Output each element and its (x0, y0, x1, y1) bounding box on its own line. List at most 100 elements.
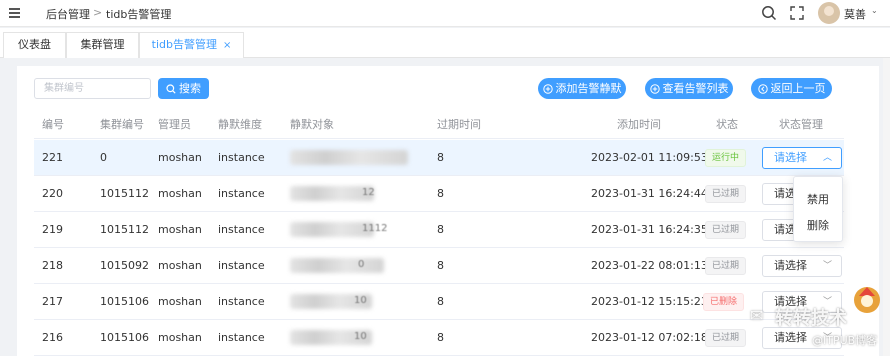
status-badge: 已删除 (703, 293, 745, 311)
cell-expire: 8 (437, 295, 444, 308)
redacted-target (290, 150, 408, 165)
tab-cluster-management[interactable]: 集群管理 (66, 32, 139, 58)
cell-cluster: 1015112 (100, 187, 149, 200)
cell-id: 216 (42, 331, 63, 344)
top-bar: 后台管理 > tidb告警管理 莫善 ⌄ (0, 0, 890, 27)
tab-tidb-alert-management[interactable]: tidb告警管理 × (139, 32, 244, 58)
tab-label: tidb告警管理 (151, 38, 217, 51)
cell-id: 218 (42, 259, 63, 272)
col-cluster: 集群编号 (100, 118, 144, 131)
cell-target-partial: 1112 (362, 223, 388, 234)
cell-dimension: instance (218, 331, 265, 344)
cell-added: 2023-01-31 16:24:35 (591, 223, 708, 236)
plus-circle-icon (542, 84, 553, 94)
cell-id: 217 (42, 295, 63, 308)
cell-admin: moshan (158, 295, 202, 308)
view-alerts-button[interactable]: 查看告警列表 (645, 78, 733, 99)
cell-expire: 8 (437, 187, 444, 200)
chevron-up-icon: ︿ (822, 153, 832, 163)
menu-toggle-icon[interactable] (9, 8, 20, 18)
cell-expire: 8 (437, 151, 444, 164)
breadcrumb-separator: > (93, 6, 103, 19)
chevron-down-icon: ﹀ (822, 261, 832, 271)
scrollbar[interactable] (883, 58, 890, 356)
table-row: 220 1015112 moshan instance 12 8 2023-01-31 16… (34, 176, 844, 212)
cell-dimension: instance (218, 295, 265, 308)
plus-circle-icon (649, 84, 660, 94)
cell-id: 220 (42, 187, 63, 200)
status-select[interactable]: 请选择 ﹀ (762, 255, 842, 277)
search-icon (166, 84, 176, 94)
col-id: 编号 (42, 118, 64, 131)
breadcrumb-home[interactable]: 后台管理 (46, 6, 90, 22)
cell-admin: moshan (158, 151, 202, 164)
col-action: 状态管理 (779, 118, 823, 131)
watermark-logo-icon (854, 287, 880, 313)
cell-added: 2023-01-12 07:02:18 (591, 331, 708, 344)
cluster-search-input[interactable] (34, 78, 151, 99)
col-expire: 过期时间 (437, 118, 481, 131)
cell-admin: moshan (158, 187, 202, 200)
search-icon[interactable] (761, 5, 777, 21)
cell-added: 2023-01-22 08:01:13 (591, 259, 708, 272)
user-caret-icon[interactable]: ⌄ (871, 6, 878, 15)
tab-bar: 仪表盘 集群管理 tidb告警管理 × (0, 28, 890, 58)
back-label: 返回上一页 (770, 82, 826, 95)
add-silence-label: 添加告警静默 (555, 82, 622, 95)
table-row: 221 0 moshan instance 8 2023-02-01 11:09:53 运行… (34, 140, 844, 176)
cell-cluster: 1015092 (100, 259, 149, 272)
option-delete[interactable]: 删除 (794, 217, 842, 233)
cell-expire: 8 (437, 331, 444, 344)
table-row: 218 1015092 moshan instance 0 8 2023-01-22 08:… (34, 248, 844, 284)
view-alerts-label: 查看告警列表 (662, 82, 729, 95)
col-status: 状态 (716, 118, 738, 131)
option-disable[interactable]: 禁用 (794, 191, 842, 207)
table-row: 219 1015112 moshan instance 1112 8 2023-01-31 … (34, 212, 844, 248)
tab-label: 仪表盘 (18, 38, 51, 51)
col-dimension: 静默维度 (218, 118, 262, 131)
cell-target-partial: 0 (358, 259, 365, 270)
cell-dimension: instance (218, 259, 265, 272)
status-select-label: 请选择 (774, 331, 807, 344)
search-button[interactable]: 搜索 (158, 78, 209, 99)
cell-admin: moshan (158, 259, 202, 272)
status-action-dropdown: 禁用 删除 (793, 176, 843, 242)
cell-admin: moshan (158, 331, 202, 344)
col-target: 静默对象 (290, 118, 334, 131)
status-badge: 已过期 (705, 221, 747, 239)
avatar[interactable] (818, 2, 840, 24)
status-badge: 已过期 (705, 185, 747, 203)
cell-added: 2023-01-31 16:24:44 (591, 187, 708, 200)
cell-cluster: 1015106 (100, 331, 149, 344)
chevron-left-circle-icon (757, 84, 768, 94)
cell-dimension: instance (218, 187, 265, 200)
cell-target-partial: 10 (354, 295, 367, 306)
cell-cluster: 1015112 (100, 223, 149, 236)
status-select-label: 请选择 (774, 259, 807, 272)
user-name[interactable]: 莫善 (844, 6, 866, 22)
breadcrumb-current: tidb告警管理 (106, 8, 172, 21)
status-select[interactable]: 请选择 ︿ (762, 147, 842, 169)
tab-dashboard[interactable]: 仪表盘 (3, 32, 66, 58)
status-badge: 运行中 (705, 149, 747, 167)
cell-dimension: instance (218, 223, 265, 236)
cell-expire: 8 (437, 259, 444, 272)
status-badge: 已过期 (705, 257, 747, 275)
col-admin: 管理员 (158, 118, 191, 131)
cell-cluster: 1015106 (100, 295, 149, 308)
back-button[interactable]: 返回上一页 (751, 78, 832, 99)
close-icon[interactable]: × (223, 40, 231, 51)
table-row: 216 1015106 moshan instance 10 8 2023-01-12 07… (34, 320, 844, 356)
cell-expire: 8 (437, 223, 444, 236)
fullscreen-icon[interactable] (789, 5, 805, 21)
cell-admin: moshan (158, 223, 202, 236)
cell-id: 219 (42, 223, 63, 236)
redacted-target (290, 258, 384, 273)
cell-added: 2023-01-12 15:15:23 (591, 295, 708, 308)
table-row: 217 1015106 moshan instance 10 8 2023-01-12 15… (34, 284, 844, 320)
watermark-source: @ITPUB博客 (812, 334, 878, 347)
wechat-icon: ✉ (750, 306, 764, 325)
cell-dimension: instance (218, 151, 265, 164)
add-silence-button[interactable]: 添加告警静默 (538, 78, 626, 99)
status-select-label: 请选择 (774, 151, 807, 164)
